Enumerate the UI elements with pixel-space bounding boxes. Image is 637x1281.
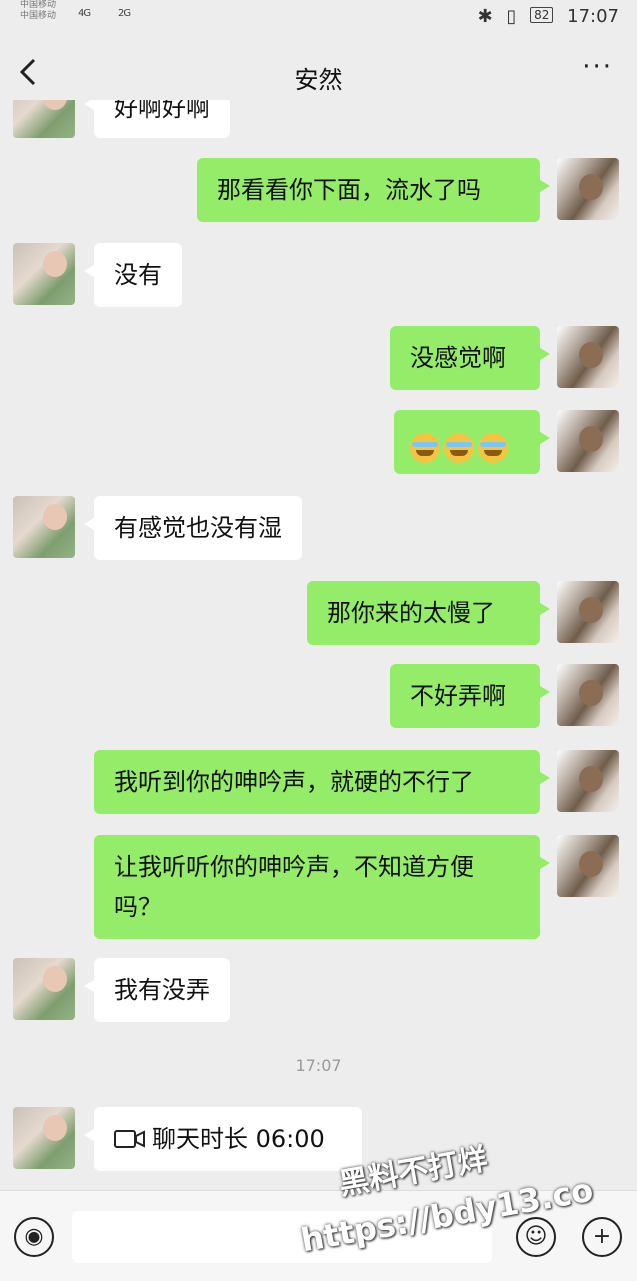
message-bubble[interactable]: 我听到你的呻吟声，就硬的不行了 — [94, 750, 550, 814]
message-timestamp: 17:07 — [295, 1056, 342, 1075]
message-bubble[interactable]: 没感觉啊 — [390, 326, 550, 390]
carrier-1: 中国移动 — [20, 0, 57, 10]
contact-avatar[interactable] — [13, 100, 75, 138]
message-bubble[interactable]: 那你来的太慢了 — [307, 581, 550, 645]
crying-laughing-emoji — [410, 433, 440, 463]
contact-avatar[interactable] — [13, 1107, 75, 1169]
battery-icon: 82 — [530, 7, 554, 23]
status-right: ✱ ▯ 82 17:07 — [470, 6, 619, 27]
message-bubble[interactable]: 不好弄啊 — [390, 664, 550, 728]
message-bubble[interactable]: 没有 — [84, 243, 182, 307]
status-bar: 中国移动 中国移动 4G 2G ✱ ▯ 82 17:07 — [0, 0, 637, 38]
plus-button[interactable]: + — [582, 1217, 622, 1257]
message-bubble[interactable]: 那看看你下面，流水了吗 — [197, 158, 550, 222]
plus-icon: + — [592, 1224, 612, 1249]
voice-icon: ◉ — [24, 1224, 44, 1249]
contact-avatar[interactable] — [13, 958, 75, 1020]
bluetooth-icon: ✱ — [477, 6, 493, 27]
my-avatar[interactable] — [557, 581, 619, 643]
my-avatar[interactable] — [557, 326, 619, 388]
my-avatar[interactable] — [557, 664, 619, 726]
message-bubble[interactable]: 让我听听你的呻吟声，不知道方便吗？ — [94, 835, 550, 939]
contact-avatar[interactable] — [13, 496, 75, 558]
signal-1: 4G — [78, 8, 91, 19]
my-avatar[interactable] — [557, 750, 619, 812]
chat-title: 安然 — [294, 66, 343, 94]
status-time: 17:07 — [567, 6, 619, 27]
message-bubble[interactable]: 好啊好啊 — [84, 100, 230, 138]
crying-laughing-emoji — [444, 433, 474, 463]
message-bubble[interactable]: 我有没弄 — [84, 958, 230, 1022]
vibrate-icon: ▯ — [506, 6, 517, 27]
signal-2: 2G — [118, 8, 131, 19]
my-avatar[interactable] — [557, 158, 619, 220]
carrier-labels: 中国移动 中国移动 — [20, 0, 56, 22]
my-avatar[interactable] — [557, 410, 619, 472]
emoji-bubble[interactable] — [394, 410, 550, 474]
crying-laughing-emoji — [478, 433, 508, 463]
call-record-bubble[interactable]: 聊天时长 06:00 — [84, 1107, 362, 1171]
emoji-button[interactable]: ☺ — [516, 1217, 556, 1257]
call-duration-text: 聊天时长 06:00 — [152, 1125, 325, 1153]
video-call-icon — [114, 1130, 145, 1148]
my-avatar[interactable] — [557, 835, 619, 897]
more-button[interactable]: ··· — [582, 52, 613, 82]
message-bubble[interactable]: 有感觉也没有湿 — [84, 496, 302, 560]
smiley-icon: ☺ — [524, 1224, 548, 1249]
contact-avatar[interactable] — [13, 243, 75, 305]
message-list[interactable]: 好啊好啊 那看看你下面，流水了吗 没有 没感觉啊 有感觉也没有湿 那你来的太慢了… — [0, 100, 637, 1190]
voice-button[interactable]: ◉ — [14, 1217, 54, 1257]
carrier-2: 中国移动 — [20, 11, 57, 21]
